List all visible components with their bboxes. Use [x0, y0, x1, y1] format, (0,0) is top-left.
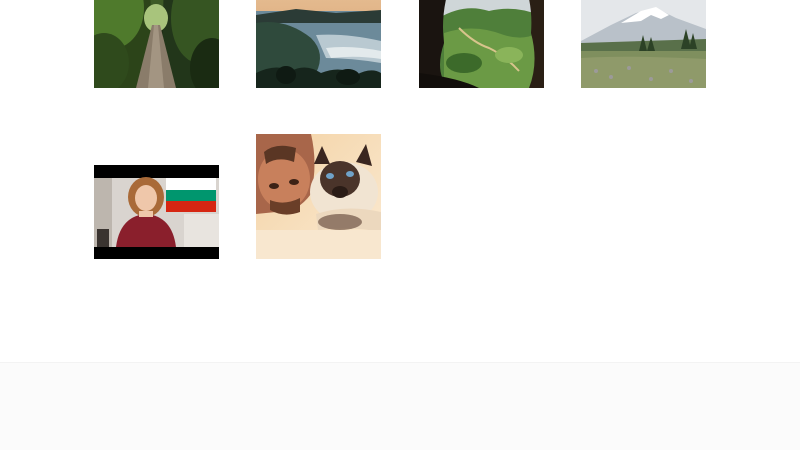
snowy-mountain-meadow-image [581, 0, 706, 88]
forest-path-image [94, 0, 219, 88]
thumbnail-forest-path[interactable] [94, 0, 219, 88]
thumbnail-coastal-sunset[interactable] [256, 0, 381, 88]
video-frame-image [94, 134, 219, 259]
coastal-sunset-image [256, 0, 381, 88]
valley-from-cave-image [419, 0, 544, 88]
page-footer [0, 362, 800, 450]
image-gallery [0, 0, 800, 362]
page [0, 0, 800, 450]
man-with-cat-image [256, 134, 381, 259]
thumbnail-man-with-cat[interactable] [256, 134, 381, 259]
thumbnail-valley-from-cave[interactable] [419, 0, 544, 88]
thumbnail-woman-with-flag[interactable] [94, 134, 219, 259]
thumbnail-snowy-mountain-meadow[interactable] [581, 0, 706, 88]
